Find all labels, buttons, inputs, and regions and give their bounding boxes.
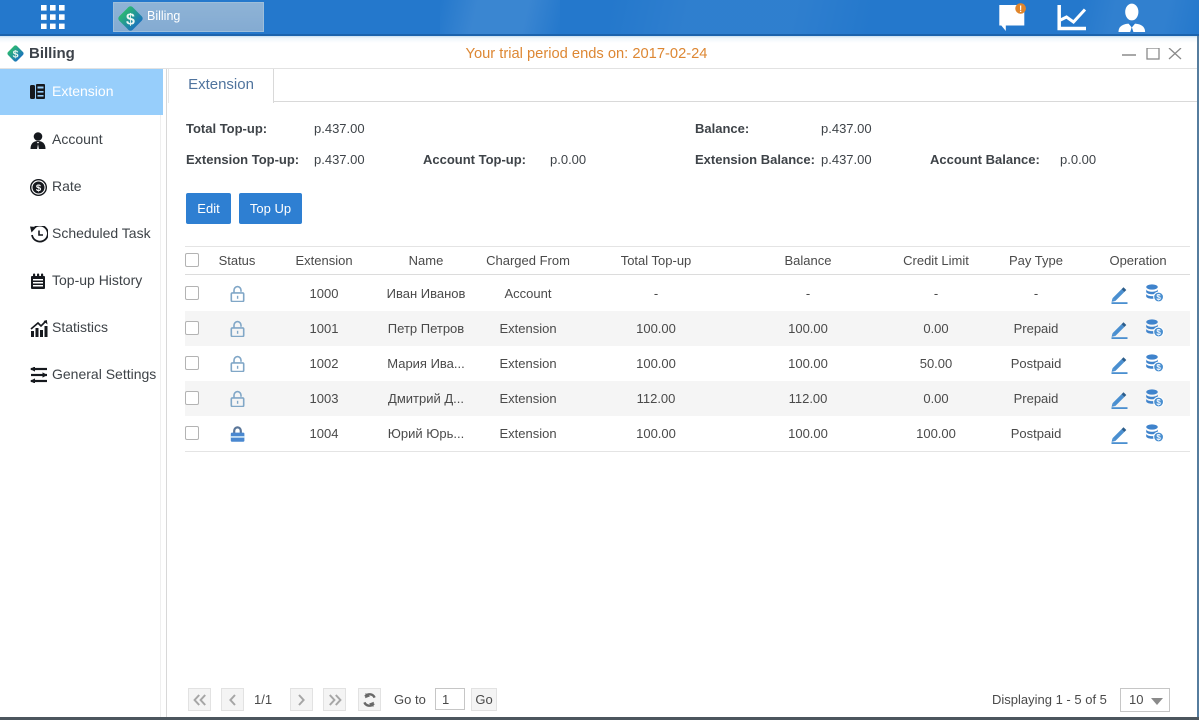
svg-text:$: $: [1156, 433, 1161, 442]
svg-text:$: $: [1156, 398, 1161, 407]
svg-text:!: !: [1019, 4, 1022, 14]
svg-text:$: $: [1156, 328, 1161, 337]
svg-text:$: $: [1156, 293, 1161, 302]
svg-text:$: $: [1156, 363, 1161, 372]
svg-text:$: $: [126, 12, 135, 29]
svg-text:$: $: [36, 183, 42, 194]
